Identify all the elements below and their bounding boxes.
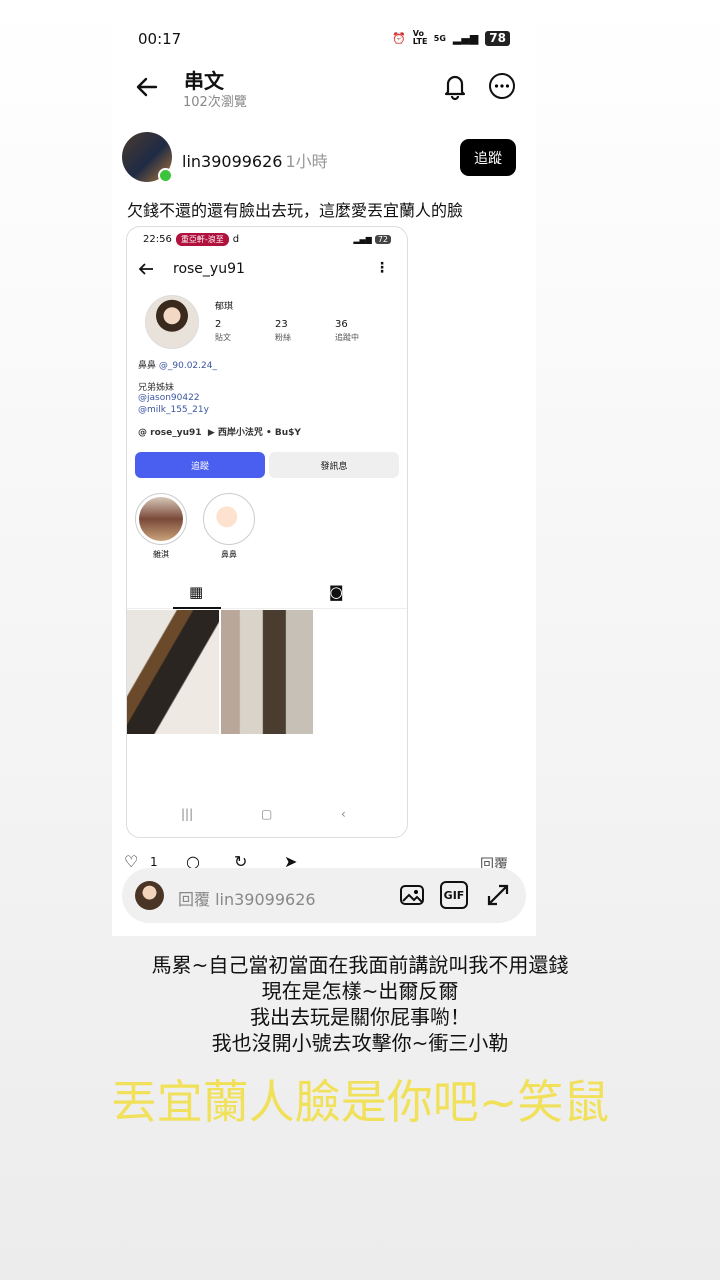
post-text: 欠錢不還的還有臉出去玩，這麼愛丟宜蘭人的臉 [127, 201, 464, 220]
image-icon[interactable] [398, 881, 426, 909]
bio-tag: @_90.02.24_ [158, 361, 217, 371]
embedded-message-button: 發訊息 [269, 452, 399, 478]
embedded-battery: 72 [374, 235, 391, 244]
more-options-icon[interactable] [488, 72, 516, 100]
embedded-photo-2 [221, 610, 313, 734]
battery-indicator: 78 [485, 30, 510, 46]
reply-input[interactable]: 回覆 lin39099626 [178, 886, 316, 910]
caption-line-2: 現在是怎樣~出爾反爾 [261, 979, 459, 1003]
embedded-tabs: ▦ ◙ [127, 577, 407, 609]
embedded-links-row: @ rose_yu91 ▶ 西岸小法咒 • Bu$Y [138, 425, 301, 438]
threads-handle: rose_yu91 [150, 428, 202, 438]
embedded-follow-button: 追蹤 [135, 452, 265, 478]
recent-apps-icon: ||| [181, 807, 194, 821]
caption-line-4: 我也沒開小號去攻擊你~衝三小勒 [211, 1031, 509, 1055]
bell-icon[interactable] [440, 71, 470, 101]
embedded-username: rose_yu91 [173, 261, 245, 277]
reply-bar[interactable]: 回覆 lin39099626 GIF [122, 868, 526, 923]
like-count: 1 [150, 855, 158, 869]
embedded-bio-link1: @jason90422 [138, 393, 200, 403]
post-author: lin39099626 1小時 追蹤 [122, 132, 518, 186]
embedded-pill-extra: d [232, 234, 240, 245]
embedded-bio-link2: @milk_155_21y [138, 405, 209, 415]
embedded-screenshot: 22:56 重亞軒-浪至 d ▂▄▆ 72 rose_yu91 ⋮ 郁琪 2 貼文 … [126, 226, 408, 838]
highlight-label: 雜淇 [153, 550, 169, 559]
embedded-photo-1 [127, 610, 219, 734]
network-label: 5G [433, 33, 446, 43]
embedded-more-icon: ⋮ [375, 260, 389, 276]
music-icon: ▶ [207, 428, 215, 438]
home-icon: ▢ [261, 807, 273, 821]
music-title: 西岸小法咒 • Bu$Y [217, 428, 301, 438]
alarm-icon: ⏰ [392, 31, 406, 45]
caption-line-3: 我出去玩是關你屁事喲！ [250, 1005, 470, 1029]
tagged-icon: ◙ [329, 583, 344, 601]
embedded-display-name: 郁琪 [215, 302, 234, 312]
volte-indicator: Vo LTE [412, 29, 428, 46]
bio-prefix: 鼻鼻 [138, 361, 157, 371]
embedded-time: 22:56 [143, 234, 172, 245]
stat-value: 36 [335, 319, 348, 330]
stat-label: 貼文 [215, 333, 231, 342]
page-title: 串文 [184, 69, 224, 93]
online-indicator [158, 168, 173, 183]
back-arrow-icon[interactable] [132, 72, 162, 102]
highlight-label: 鼻鼻 [221, 550, 237, 559]
embedded-signal-icon: ▂▄▆ [353, 235, 372, 244]
grid-icon: ▦ [189, 583, 204, 601]
stat-value: 23 [275, 319, 288, 330]
like-icon[interactable]: ♡ [124, 852, 138, 870]
embedded-nav-bar: ||| ▢ ‹ [127, 807, 407, 829]
expand-icon[interactable] [484, 881, 512, 909]
big-caption: 丟宜蘭人臉是你吧~笑鼠 [110, 1075, 610, 1129]
reply-avatar [135, 881, 164, 910]
embedded-back-icon [138, 263, 153, 275]
threads-icon: @ [138, 428, 147, 438]
embedded-stat-followers: 23 粉絲 [275, 319, 291, 343]
status-time: 00:17 [138, 30, 182, 48]
gif-icon[interactable]: GIF [440, 881, 468, 909]
view-count: 102次瀏覽 [183, 95, 247, 110]
embedded-profile-avatar [145, 295, 199, 349]
embedded-bio-line2: 兄弟姊妹 [138, 383, 175, 393]
stat-label: 追蹤中 [335, 333, 359, 342]
stat-label: 粉絲 [275, 333, 291, 342]
embedded-music-pill: 重亞軒-浪至 [175, 233, 229, 246]
top-bar: 串文 102次瀏覽 [112, 60, 536, 116]
stat-value: 2 [215, 319, 222, 330]
caption-line-1: 馬累~自己當初當面在我面前講說叫我不用還錢 [151, 953, 569, 977]
follow-button[interactable]: 追蹤 [460, 139, 516, 176]
embedded-highlight-1 [135, 493, 187, 545]
author-username[interactable]: lin39099626 [182, 152, 282, 171]
embedded-stat-posts: 2 貼文 [215, 319, 231, 343]
embedded-bio-line1: 鼻鼻 @_90.02.24_ [138, 358, 217, 371]
status-bar: 00:17 ⏰ Vo LTE 5G ▂▄▆ 78 [138, 30, 510, 50]
post-time: 1小時 [285, 152, 328, 171]
embedded-stat-following: 36 追蹤中 [335, 319, 359, 343]
nav-back-icon: ‹ [341, 807, 346, 821]
embedded-highlight-2 [203, 493, 255, 545]
signal-icon: ▂▄▆ [452, 31, 479, 45]
